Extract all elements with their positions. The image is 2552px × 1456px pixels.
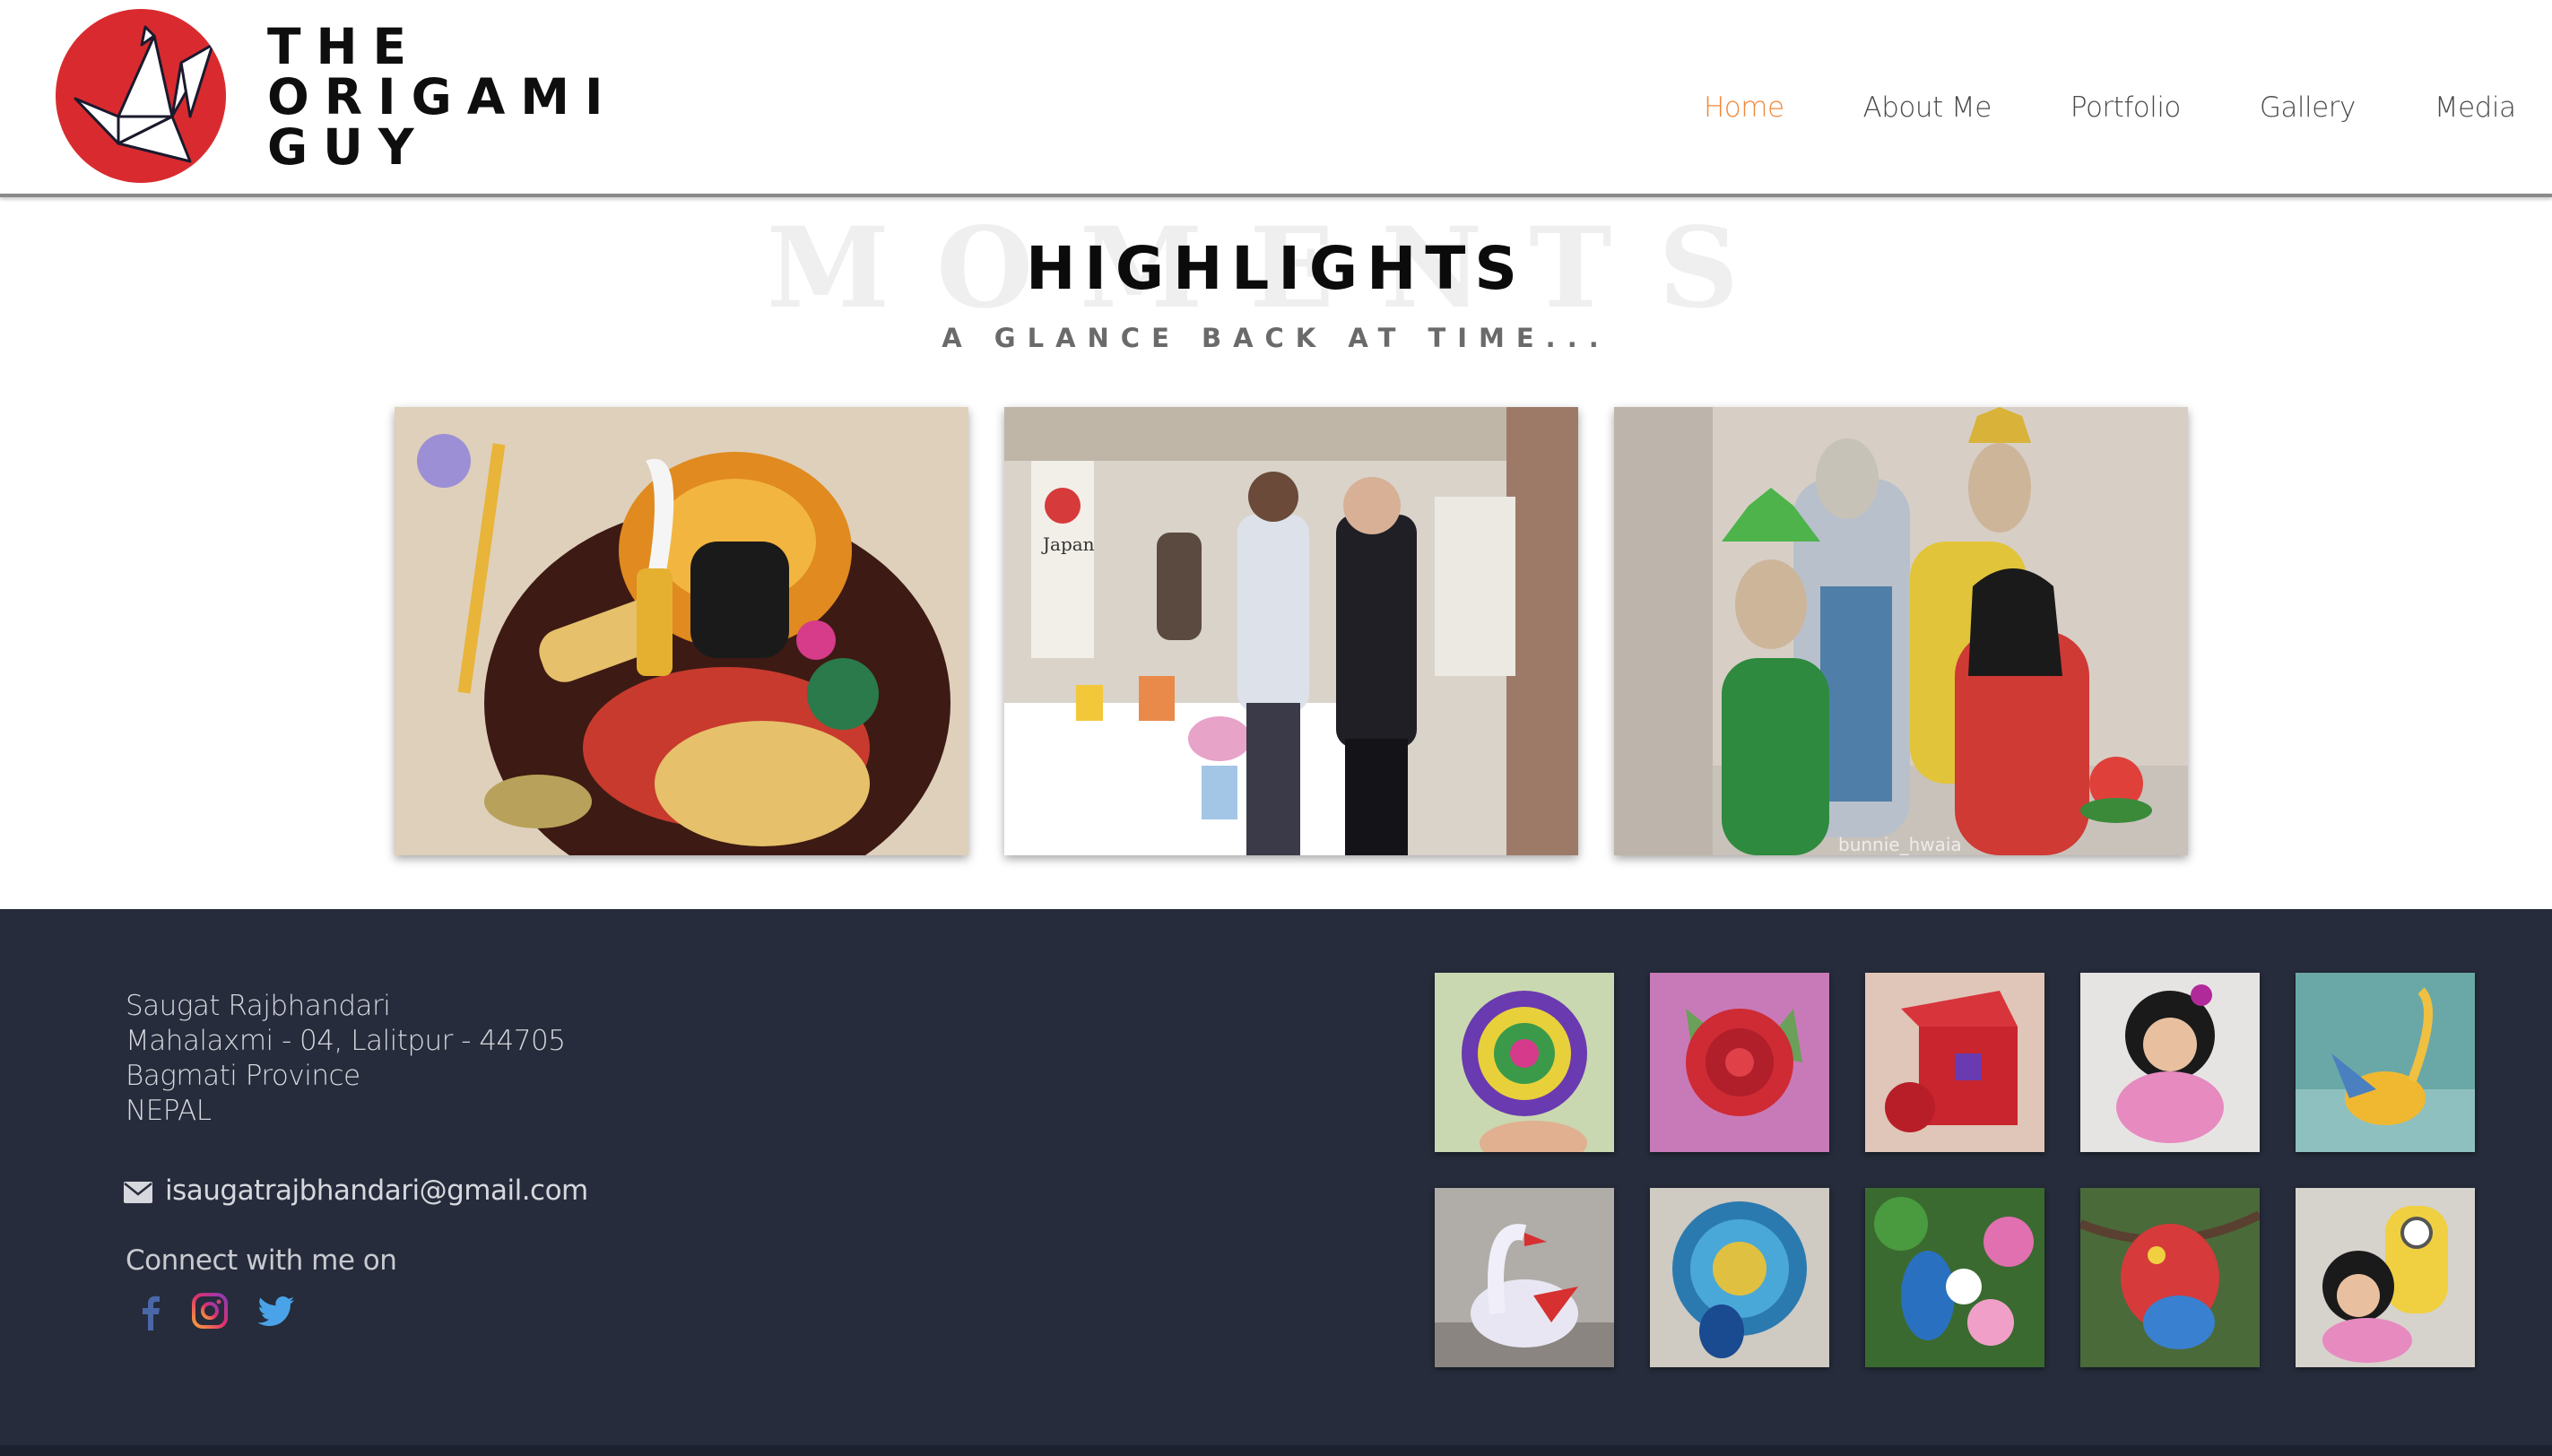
nav-portfolio[interactable]: Portfolio — [2070, 91, 2182, 124]
nav-about-me[interactable]: About Me — [1863, 91, 1992, 124]
facebook-icon[interactable] — [131, 1291, 170, 1330]
origami-parrot-thumb[interactable] — [2080, 1188, 2260, 1367]
main-nav: Home About Me Portfolio Gallery Media — [1704, 81, 2516, 134]
logo-line-the: THE — [267, 18, 422, 75]
peacock-flowers-thumb[interactable] — [1865, 1188, 2044, 1367]
origami-figures-photo[interactable]: bunnie_hwaia — [1614, 407, 2188, 855]
twitter-icon[interactable] — [256, 1291, 296, 1330]
section-title: HIGHLIGHTS — [1026, 234, 1526, 303]
email-link[interactable]: isaugatrajbhandari@gmail.com — [165, 1174, 588, 1207]
nav-home[interactable]: Home — [1704, 91, 1784, 124]
crane-logo-icon[interactable] — [56, 9, 226, 183]
golden-phoenix-thumb[interactable] — [2296, 973, 2475, 1152]
logo-line-origami: ORIGAMI — [267, 68, 619, 126]
paper-rose-thumb[interactable] — [1650, 973, 1829, 1152]
minion-figures-thumb[interactable] — [2296, 1188, 2475, 1367]
origami-mandala-thumb[interactable] — [1435, 973, 1614, 1152]
origami-deity-photo[interactable] — [395, 407, 968, 855]
site-logo-wordmark[interactable]: THE ORIGAMI GUY — [267, 22, 644, 172]
address-province: Bagmati Province — [126, 1060, 360, 1092]
nav-gallery[interactable]: Gallery — [2260, 91, 2356, 124]
footer-bottom-bar — [0, 1445, 2552, 1456]
instagram-icon[interactable] — [190, 1291, 230, 1330]
section-subtitle: A GLANCE BACK AT TIME... — [942, 323, 1610, 353]
japan-sign-text: Japan — [1041, 533, 1095, 555]
blue-peacock-thumb[interactable] — [1650, 1188, 1829, 1367]
photo-watermark: bunnie_hwaia — [1838, 834, 1962, 855]
connect-label: Connect with me on — [126, 1244, 397, 1277]
nav-media[interactable]: Media — [2435, 91, 2516, 124]
envelope-icon — [124, 1182, 152, 1203]
origami-swan-thumb[interactable] — [1435, 1188, 1614, 1367]
address-country: NEPAL — [126, 1095, 212, 1127]
address-street: Mahalaxmi - 04, Lalitpur - 44705 — [126, 1025, 566, 1057]
rose-gift-box-thumb[interactable] — [1865, 973, 2044, 1152]
exhibition-japan-photo[interactable]: Japan — [1004, 407, 1578, 855]
header-divider — [0, 194, 2552, 197]
address-name: Saugat Rajbhandari — [126, 990, 391, 1022]
origami-doll-thumb[interactable] — [2080, 973, 2260, 1152]
logo-line-guy: GUY — [267, 118, 430, 176]
